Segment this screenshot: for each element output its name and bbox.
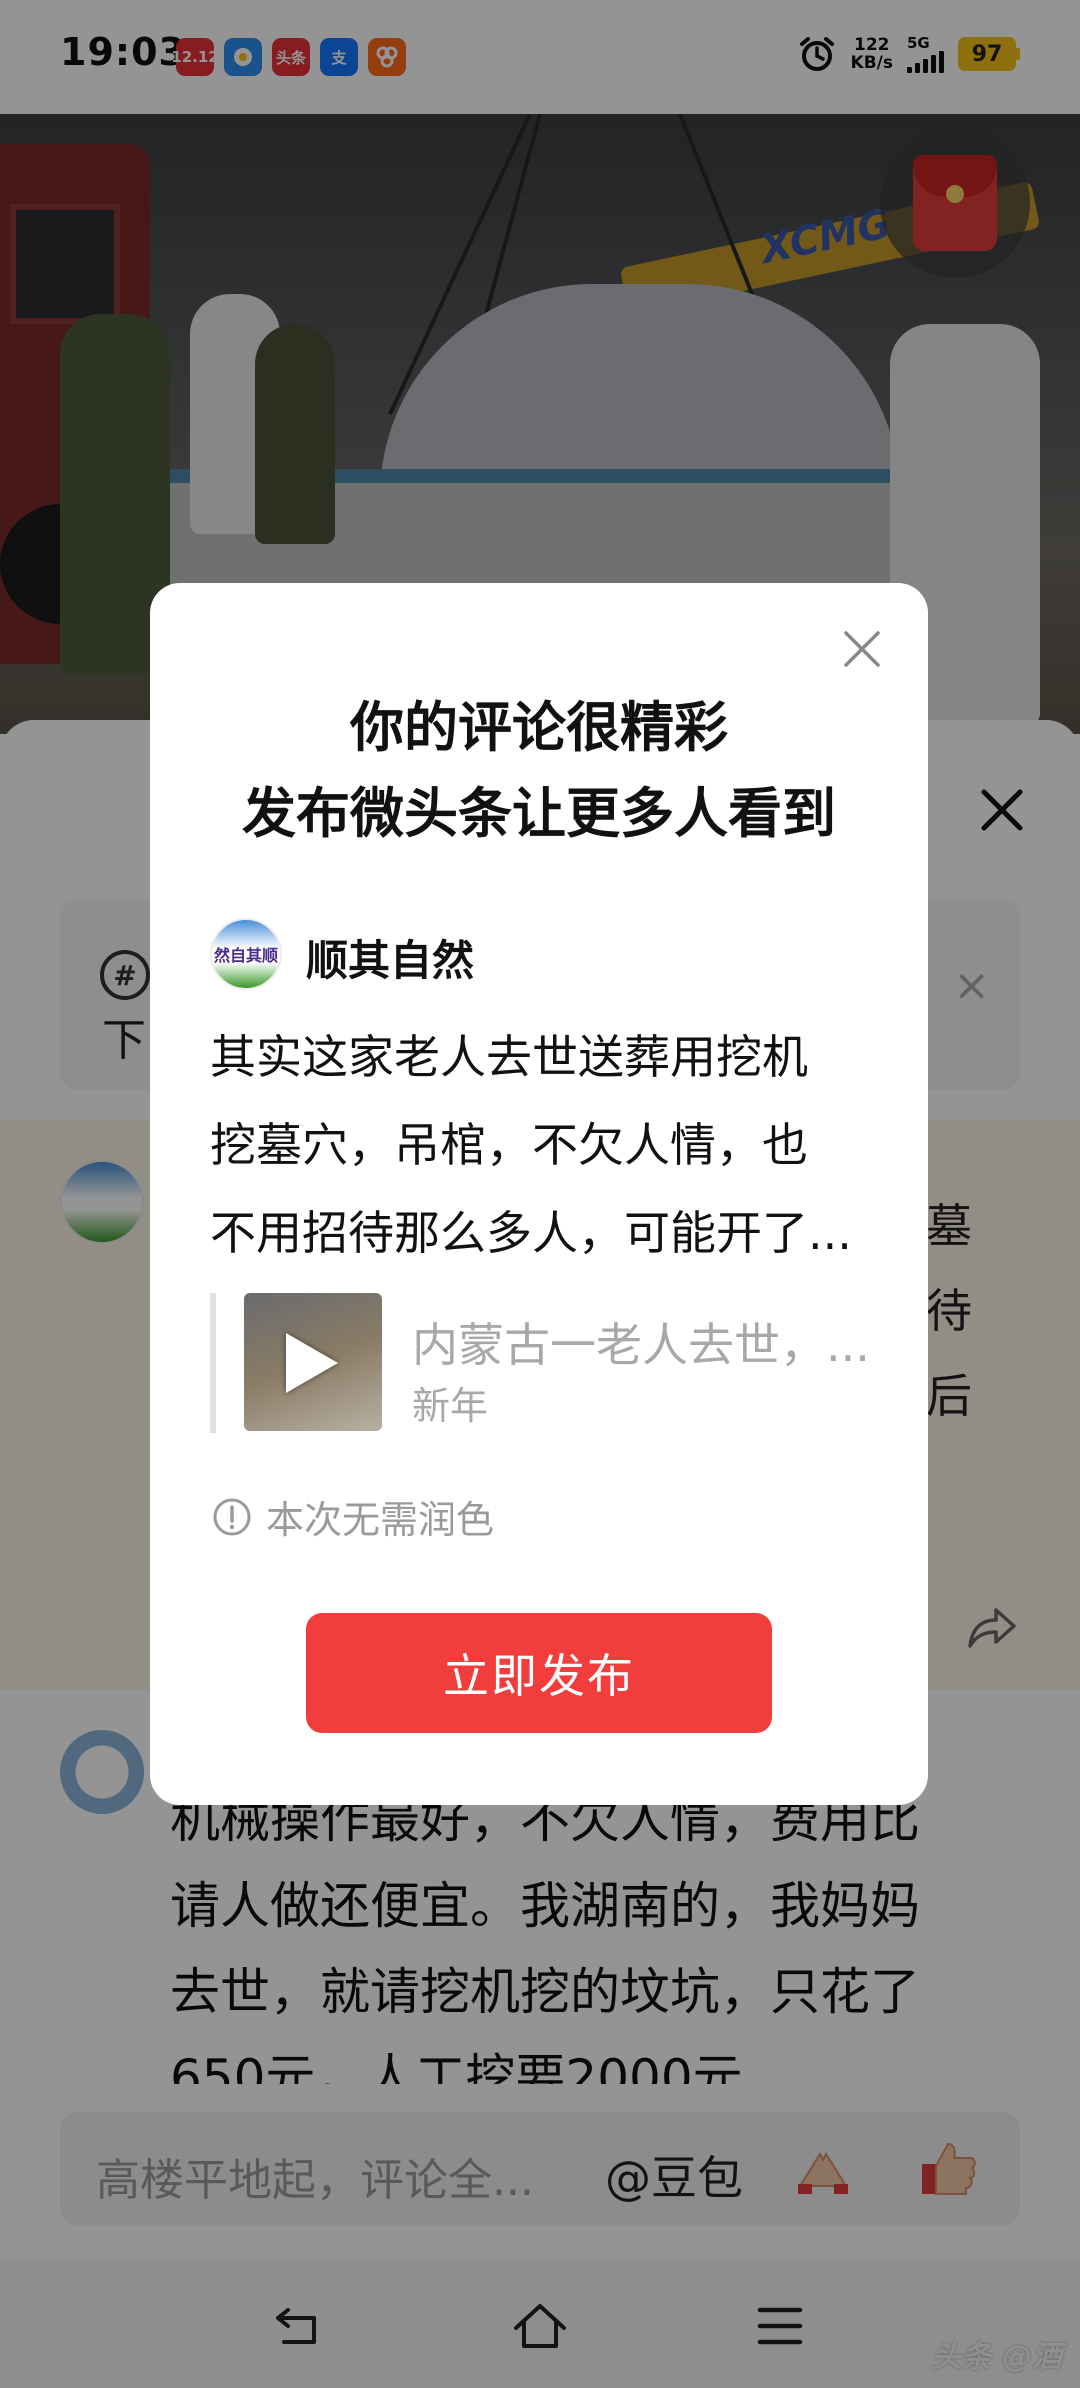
publish-button[interactable]: 立即发布 (306, 1613, 772, 1733)
dialog-close-icon[interactable] (840, 627, 884, 671)
username: 顺其自然 (306, 936, 475, 985)
comment-text-line: 不用招待那么多人，可能开了... (210, 1206, 852, 1260)
polish-hint: 本次无需润色 (212, 1489, 494, 1544)
quoted-article-title: 内蒙古一老人去世，... (412, 1318, 870, 1372)
polish-hint-text: 本次无需润色 (266, 1498, 495, 1542)
dialog-title: 你的评论很精彩 (350, 696, 728, 759)
video-thumbnail (244, 1293, 382, 1431)
comment-text-line: 挖墓穴，吊棺，不欠人情，也 (210, 1118, 808, 1172)
quoted-article-subtitle: 新年 (412, 1384, 489, 1428)
avatar: 然自其顺 (210, 918, 282, 990)
dialog-subtitle: 发布微头条让更多人看到 (242, 782, 836, 845)
info-icon (213, 1498, 251, 1535)
play-icon (286, 1333, 338, 1393)
comment-text-line: 其实这家老人去世送葬用挖机 (210, 1030, 808, 1084)
quoted-article[interactable]: 内蒙古一老人去世，... 新年 (210, 1293, 870, 1433)
publish-dialog: 你的评论很精彩 发布微头条让更多人看到 然自其顺 顺其自然 其实这家老人去世送葬… (150, 583, 928, 1805)
